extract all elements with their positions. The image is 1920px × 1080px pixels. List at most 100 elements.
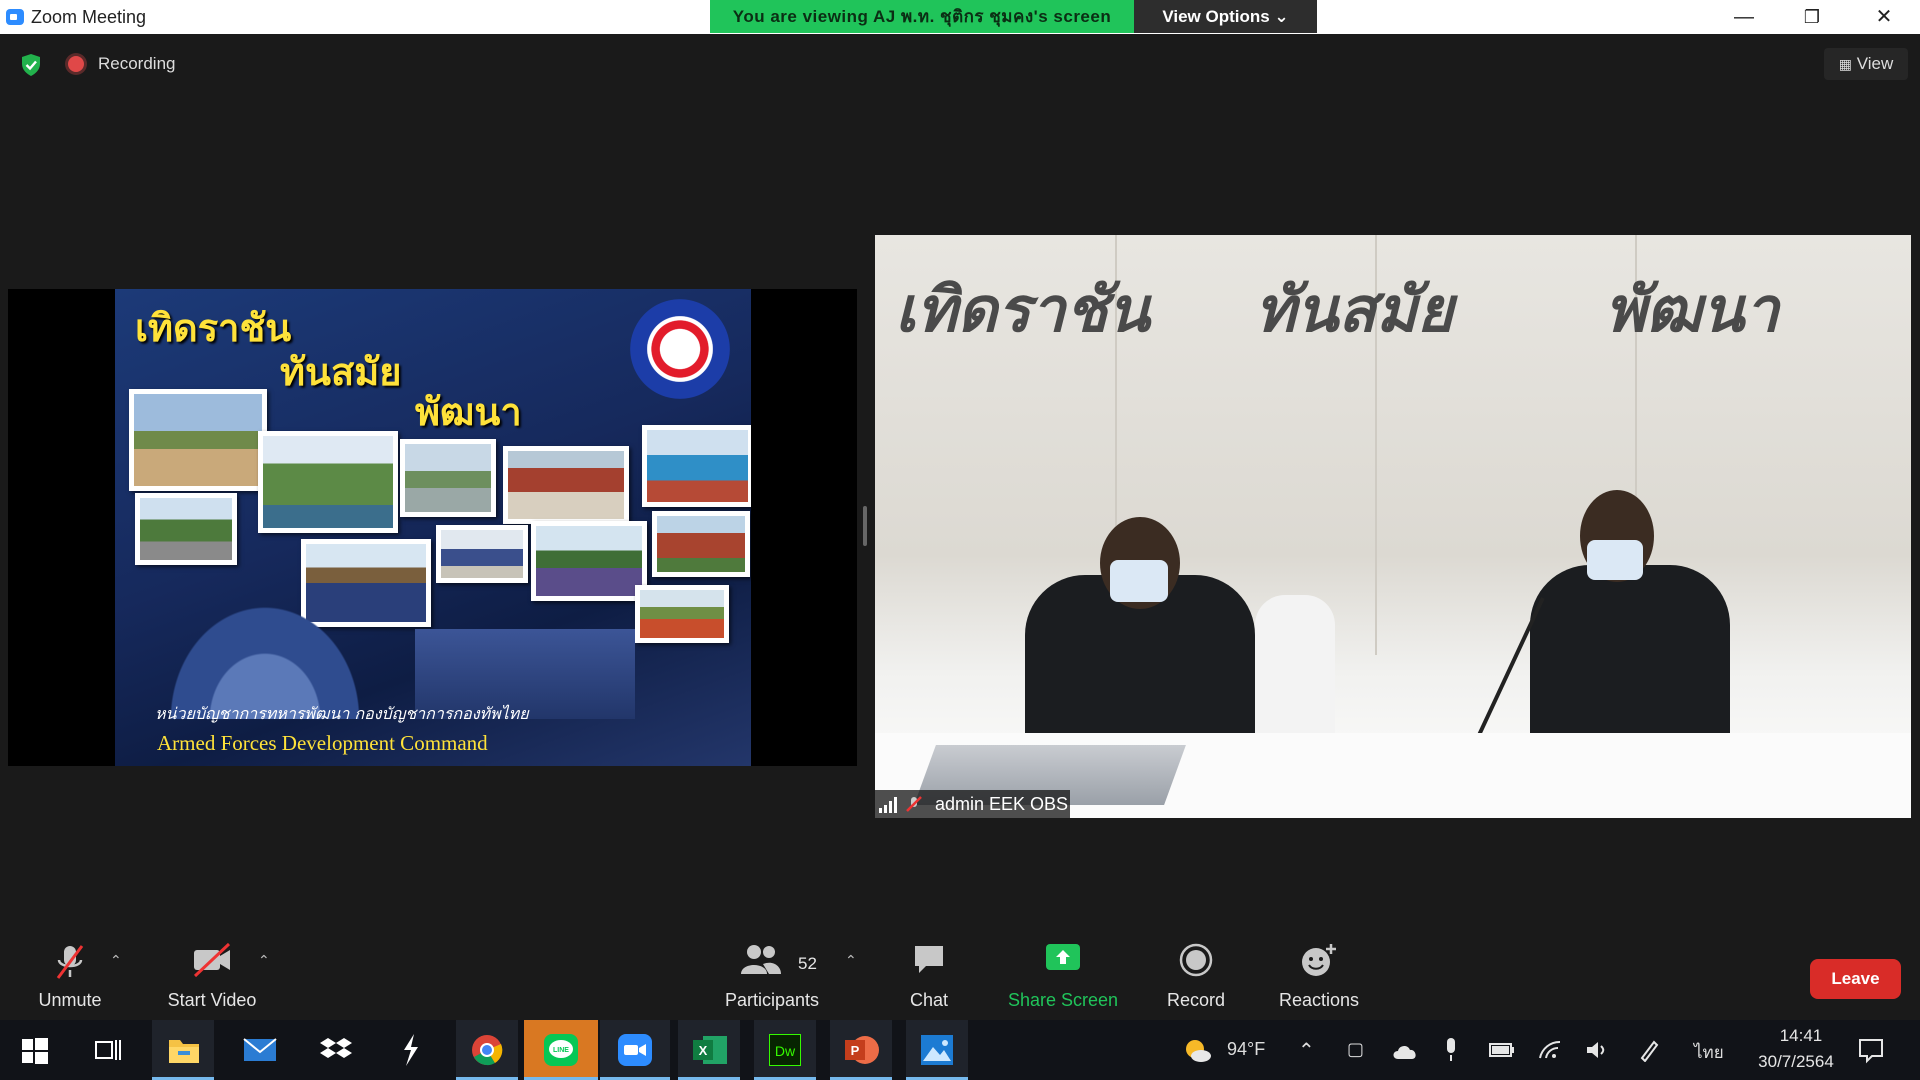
face-mask	[1110, 560, 1168, 602]
dreamweaver-icon: Dw	[769, 1034, 801, 1066]
slide-photo	[400, 439, 496, 517]
chair	[1255, 595, 1335, 745]
chrome-icon	[472, 1035, 503, 1066]
slide-photo	[652, 511, 750, 577]
slide-title-line3: พัฒนา	[415, 389, 522, 434]
slide-photo	[129, 389, 267, 491]
taskbar-dropbox[interactable]	[304, 1020, 366, 1080]
line-app-icon: LINE	[544, 1034, 578, 1066]
share-screen-button[interactable]: Share Screen	[1003, 932, 1123, 1020]
slide-photo	[531, 521, 647, 601]
grid-icon: ▦	[1838, 56, 1852, 72]
chat-button[interactable]: Chat	[892, 932, 966, 1020]
svg-text:LINE: LINE	[553, 1047, 569, 1054]
taskbar-dreamweaver[interactable]: Dw	[754, 1020, 816, 1080]
windows-logo-icon	[22, 1038, 48, 1064]
lightning-app-icon	[404, 1034, 418, 1066]
connection-signal-icon	[879, 797, 897, 813]
record-label: Record	[1166, 990, 1226, 1010]
wifi-icon[interactable]	[1538, 1040, 1562, 1060]
powerpoint-icon: P	[845, 1036, 879, 1064]
volume-icon[interactable]	[1585, 1040, 1609, 1060]
face-mask	[1587, 540, 1643, 580]
photos-icon	[921, 1035, 953, 1065]
excel-icon: X	[693, 1036, 727, 1064]
record-icon	[1179, 943, 1213, 977]
meeting-toolbar: Unmute ⌃ Start Video ⌃ 52 Participants ⌃…	[0, 932, 1920, 1020]
viewing-screen-banner: You are viewing AJ พ.ท. ชุติกร ชุมคง's s…	[710, 0, 1134, 33]
recording-label: Recording	[98, 54, 176, 73]
encryption-shield-icon[interactable]	[20, 53, 42, 77]
taskbar-mail[interactable]	[228, 1020, 290, 1080]
meet-now-icon[interactable]: ▢	[1347, 1039, 1364, 1060]
building-graphic	[155, 589, 375, 719]
participant-video-tile[interactable]: เทิดราชัน ทันสมัย พัฒนา	[875, 235, 1911, 818]
minimize-button[interactable]: —	[1715, 0, 1773, 34]
record-button[interactable]: Record	[1156, 932, 1236, 1020]
battery-icon[interactable]	[1489, 1042, 1515, 1058]
slide-photo	[503, 446, 629, 524]
participants-options-caret-icon[interactable]: ⌃	[845, 952, 857, 969]
close-button[interactable]: ✕	[1855, 0, 1913, 34]
afdc-logo-icon	[630, 299, 730, 399]
participants-button[interactable]: 52 Participants	[718, 932, 826, 1020]
clock-date[interactable]: 30/7/2564	[1746, 1052, 1846, 1072]
slide-photo	[135, 493, 237, 565]
clock-time[interactable]: 14:41	[1768, 1026, 1834, 1046]
zoom-logo-icon	[6, 9, 24, 25]
start-video-button[interactable]: Start Video	[152, 932, 272, 1020]
window-title: Zoom Meeting	[31, 7, 147, 27]
svg-text:P: P	[851, 1043, 860, 1058]
restore-button[interactable]: ❐	[1783, 0, 1841, 34]
leave-meeting-button[interactable]: Leave	[1810, 959, 1901, 999]
notifications-icon[interactable]	[1858, 1038, 1884, 1064]
taskbar-excel[interactable]: X	[678, 1020, 740, 1080]
reactions-button[interactable]: Reactions	[1270, 932, 1368, 1020]
taskbar-photos[interactable]	[906, 1020, 968, 1080]
unmute-button[interactable]: Unmute	[22, 932, 118, 1020]
shared-slide: เทิดราชัน ทันสมัย พัฒนา หน่วยบัญชาการทหา…	[115, 289, 751, 766]
share-screen-label: Share Screen	[1007, 990, 1119, 1010]
taskbar-file-explorer[interactable]	[152, 1020, 214, 1080]
backdrop-word: พัฒนา	[1605, 273, 1780, 346]
weather-temperature[interactable]: 94°F	[1227, 1039, 1265, 1060]
taskbar-chrome[interactable]	[456, 1020, 518, 1080]
taskbar-zoom[interactable]	[600, 1020, 670, 1080]
weather-sun-icon[interactable]	[1182, 1036, 1212, 1064]
recording-indicator-icon	[68, 56, 84, 72]
slide-photo	[642, 425, 751, 507]
video-options-caret-icon[interactable]: ⌃	[258, 952, 270, 969]
muted-mic-icon	[906, 796, 922, 812]
slide-photo	[635, 585, 729, 643]
share-screen-icon	[1046, 944, 1080, 970]
pen-icon[interactable]	[1638, 1038, 1660, 1062]
participants-label: Participants	[724, 990, 820, 1010]
microphone-tray-icon[interactable]	[1444, 1038, 1458, 1062]
taskbar-line[interactable]: LINE	[524, 1020, 598, 1080]
backdrop-word: เทิดราชัน	[895, 273, 1150, 346]
backdrop-word: ทันสมัย	[1255, 273, 1454, 346]
start-video-label: Start Video	[167, 990, 257, 1010]
start-button[interactable]	[4, 1020, 66, 1080]
video-off-icon	[193, 942, 231, 978]
slide-title-line2: ทันสมัย	[280, 349, 402, 394]
reactions-label: Reactions	[1278, 990, 1360, 1010]
reactions-smiley-icon	[1302, 944, 1336, 976]
split-divider-handle[interactable]	[863, 506, 867, 546]
shared-screen-tile[interactable]: เทิดราชัน ทันสมัย พัฒนา หน่วยบัญชาการทหา…	[8, 289, 857, 766]
dropbox-icon	[320, 1038, 352, 1058]
show-hidden-icons-chevron-icon[interactable]: ⌃	[1298, 1038, 1315, 1063]
view-options-button[interactable]: View Options ⌄	[1134, 0, 1317, 33]
task-view-button[interactable]	[76, 1020, 138, 1080]
taskbar-powerpoint[interactable]: P	[830, 1020, 892, 1080]
slide-photo	[436, 525, 528, 583]
input-language[interactable]: ไทย	[1694, 1039, 1724, 1066]
audio-options-caret-icon[interactable]: ⌃	[110, 952, 122, 969]
participants-icon	[741, 945, 782, 974]
view-label: View	[1856, 54, 1894, 73]
slide-caption-english: Armed Forces Development Command	[157, 731, 488, 755]
view-layout-button[interactable]: ▦ View	[1824, 48, 1908, 80]
onedrive-cloud-icon[interactable]	[1392, 1042, 1418, 1060]
taskbar-app-s[interactable]	[380, 1020, 442, 1080]
participants-count: 52	[798, 954, 817, 973]
